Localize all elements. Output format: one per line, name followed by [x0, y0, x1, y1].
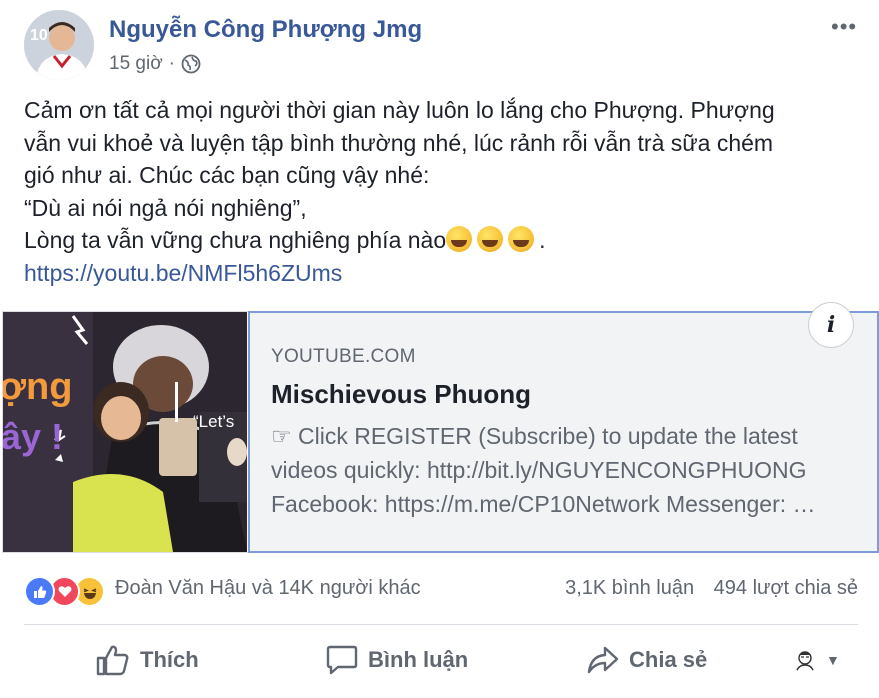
author-avatar[interactable]: 10 — [24, 10, 94, 80]
preview-description-line: videos quickly: http://bit.ly/NGUYENCONG… — [271, 457, 807, 483]
react-as-selector[interactable]: ▼ — [792, 636, 840, 684]
chevron-down-icon: ▼ — [826, 652, 840, 668]
preview-description-line: Facebook: https://m.me/CP10Network Messe… — [271, 491, 816, 517]
preview-details[interactable]: YOUTUBE.COM Mischievous Phuong ☞ Click R… — [248, 311, 879, 553]
preview-title[interactable]: Mischievous Phuong — [271, 379, 531, 410]
post-text-line: Lòng ta vẫn vững chưa nghiêng phía nào — [24, 227, 447, 253]
preview-source: YOUTUBE.COM — [271, 346, 416, 367]
globe-icon — [181, 54, 201, 74]
comment-button[interactable]: Bình luận — [326, 636, 468, 684]
reactions-summary: Đoàn Văn Hậu và 14K người khác 3,1K bình… — [24, 572, 858, 608]
thumbnail-text: “Let’s — [193, 412, 235, 431]
post-text-line: vẫn vui khoẻ và luyện tập bình thường nh… — [24, 129, 774, 156]
author-name[interactable]: Nguyễn Công Phượng Jmg — [109, 16, 422, 44]
link-preview[interactable]: ợng ây ! “Let’s YOUTUBE.COM Mischievous … — [2, 311, 879, 553]
share-count[interactable]: 494 lượt chia sẻ — [714, 577, 858, 599]
rolling-laughing-emoji-icon — [477, 226, 504, 252]
avatar-photo: 10 — [24, 10, 94, 80]
post-meta: 15 giờ · — [109, 53, 201, 75]
like-label: Thích — [140, 647, 199, 672]
reaction-icons[interactable] — [24, 576, 105, 607]
post-card: 10 Nguyễn Công Phượng Jmg 15 giờ · ••• C… — [0, 0, 879, 698]
rolling-laughing-emoji-icon — [508, 226, 535, 252]
post-text: Cảm ơn tất cả mọi người thời gian này lu… — [24, 94, 854, 289]
action-bar: Thích Bình luận Chia sẻ ▼ — [24, 636, 858, 684]
share-arrow-icon — [587, 646, 619, 674]
post-text-line: gió như ai. Chúc các bạn cũng vậy nhé: — [24, 162, 430, 188]
preview-description: ☞ Click REGISTER (Subscribe) to update t… — [271, 419, 856, 521]
engagement-counts: 3,1K bình luận 494 lượt chia sẻ — [565, 577, 858, 600]
speech-bubble-icon — [326, 645, 358, 675]
like-icon — [24, 576, 55, 607]
info-button[interactable]: i — [808, 302, 854, 348]
preview-description-line: ☞ Click REGISTER (Subscribe) to update t… — [271, 423, 798, 449]
trailing-period: . — [539, 227, 546, 253]
divider — [24, 624, 858, 625]
post-link[interactable]: https://youtu.be/NMFl5h6ZUms — [24, 257, 854, 290]
share-button[interactable]: Chia sẻ — [587, 636, 707, 684]
thumbnail-text: ây ! — [3, 416, 64, 457]
meta-separator: · — [168, 53, 175, 74]
svg-text:10: 10 — [30, 27, 48, 44]
rolling-laughing-emoji-icon — [446, 226, 473, 252]
profile-avatar-icon — [792, 647, 818, 673]
thumbnail-text: ợng — [3, 366, 73, 408]
post-time[interactable]: 15 giờ — [109, 53, 163, 75]
post-text-line: “Dù ai nói ngả nói nghiêng”, — [24, 194, 307, 221]
more-options-button[interactable]: ••• — [831, 14, 857, 40]
preview-thumbnail[interactable]: ợng ây ! “Let’s — [3, 312, 247, 552]
thumbs-up-icon — [96, 645, 129, 676]
post-text-line: Cảm ơn tất cả mọi người thời gian này lu… — [24, 97, 775, 123]
comment-count[interactable]: 3,1K bình luận — [565, 577, 694, 599]
comment-label: Bình luận — [368, 647, 469, 672]
post-text-line-last: Lòng ta vẫn vững chưa nghiêng phía nào. — [24, 224, 854, 257]
share-label: Chia sẻ — [629, 647, 708, 672]
reaction-names[interactable]: Đoàn Văn Hậu và 14K người khác — [115, 577, 421, 600]
like-button[interactable]: Thích — [96, 636, 199, 684]
